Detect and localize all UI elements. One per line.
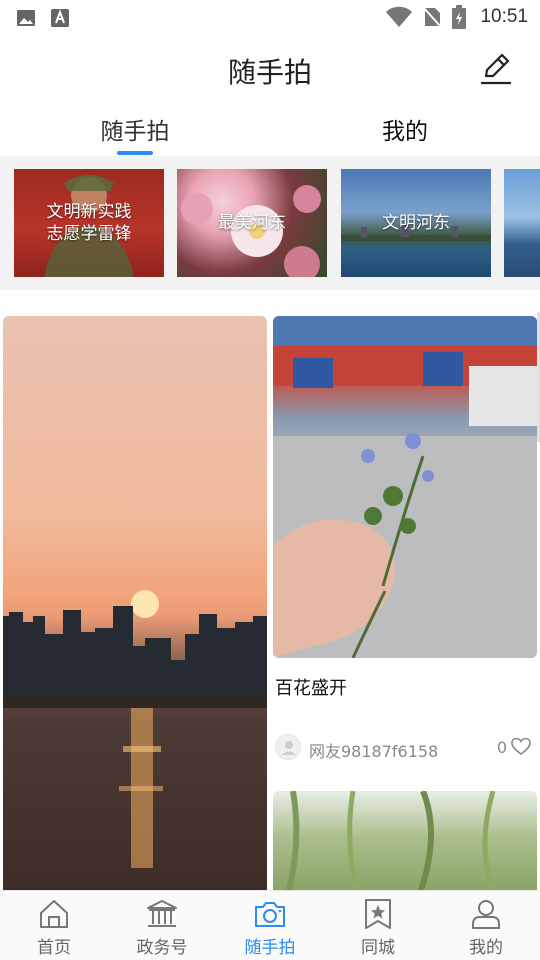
image-notification-icon xyxy=(17,10,35,26)
camera-icon xyxy=(255,902,285,927)
photo-feed[interactable]: 百花盛开 网友98187f6158 0 xyxy=(0,290,540,890)
text-notification-icon xyxy=(51,9,69,27)
active-tab-indicator xyxy=(117,151,153,155)
post-author-row: 网友98187f6158 0 xyxy=(275,734,537,762)
post-image xyxy=(273,316,537,658)
topic-card[interactable] xyxy=(504,169,540,277)
battery-icon xyxy=(452,5,467,29)
nav-label: 政务号 xyxy=(136,938,188,958)
nav-mine[interactable]: 我的 xyxy=(432,897,540,958)
avatar[interactable] xyxy=(275,734,301,760)
topic-card[interactable]: 文明河东 xyxy=(341,169,491,277)
nav-label: 首页 xyxy=(37,938,71,958)
nav-label: 同城 xyxy=(361,938,395,958)
post-title[interactable]: 百花盛开 xyxy=(275,674,347,700)
government-icon xyxy=(147,900,177,927)
like-count: 0 xyxy=(496,738,507,757)
nav-label: 随手拍 xyxy=(244,938,296,958)
post-image xyxy=(285,791,496,890)
heart-icon[interactable] xyxy=(511,737,531,757)
wifi-icon xyxy=(386,6,413,27)
post-card-willow-image[interactable] xyxy=(273,791,537,890)
user-icon xyxy=(472,900,500,929)
page-title: 随手拍 xyxy=(227,56,312,89)
nav-label: 我的 xyxy=(469,938,503,958)
nav-government[interactable]: 政务号 xyxy=(108,897,216,958)
post-image xyxy=(3,590,267,868)
post-card-sunset[interactable] xyxy=(3,316,267,890)
topic-card[interactable]: 最美河东 xyxy=(177,169,327,277)
app-header: 随手拍 xyxy=(0,36,540,102)
tab-suishoupai[interactable]: 随手拍 xyxy=(64,112,206,146)
topic-label: 最美河东 xyxy=(218,213,286,233)
nav-home[interactable]: 首页 xyxy=(0,897,108,958)
topic-card[interactable]: 文明新实践 志愿学雷锋 xyxy=(14,169,164,277)
clock: 10:51 xyxy=(480,6,528,27)
user-avatar-icon xyxy=(282,741,296,755)
topic-label: 文明河东 xyxy=(382,213,450,233)
topic-label: 文明新实践 志愿学雷锋 xyxy=(46,202,132,244)
edit-pencil-icon[interactable] xyxy=(478,50,514,86)
star-bookmark-icon xyxy=(365,899,391,929)
tab-mine[interactable]: 我的 xyxy=(334,112,476,146)
author-name[interactable]: 网友98187f6158 xyxy=(309,738,438,762)
post-card-flower-image[interactable] xyxy=(273,316,537,658)
nav-suishoupai[interactable]: 随手拍 xyxy=(216,897,324,958)
nav-tongcheng[interactable]: 同城 xyxy=(324,897,432,958)
home-icon xyxy=(40,900,68,928)
status-bar: 10:51 xyxy=(0,0,540,36)
no-sim-icon xyxy=(422,6,443,28)
bottom-navigation: 首页 政务号 随手拍 同城 我的 xyxy=(0,890,540,960)
tab-bar: 随手拍 我的 xyxy=(0,102,540,156)
topic-carousel[interactable]: 文明新实践 志愿学雷锋 最美河东 文明河东 xyxy=(0,156,540,290)
